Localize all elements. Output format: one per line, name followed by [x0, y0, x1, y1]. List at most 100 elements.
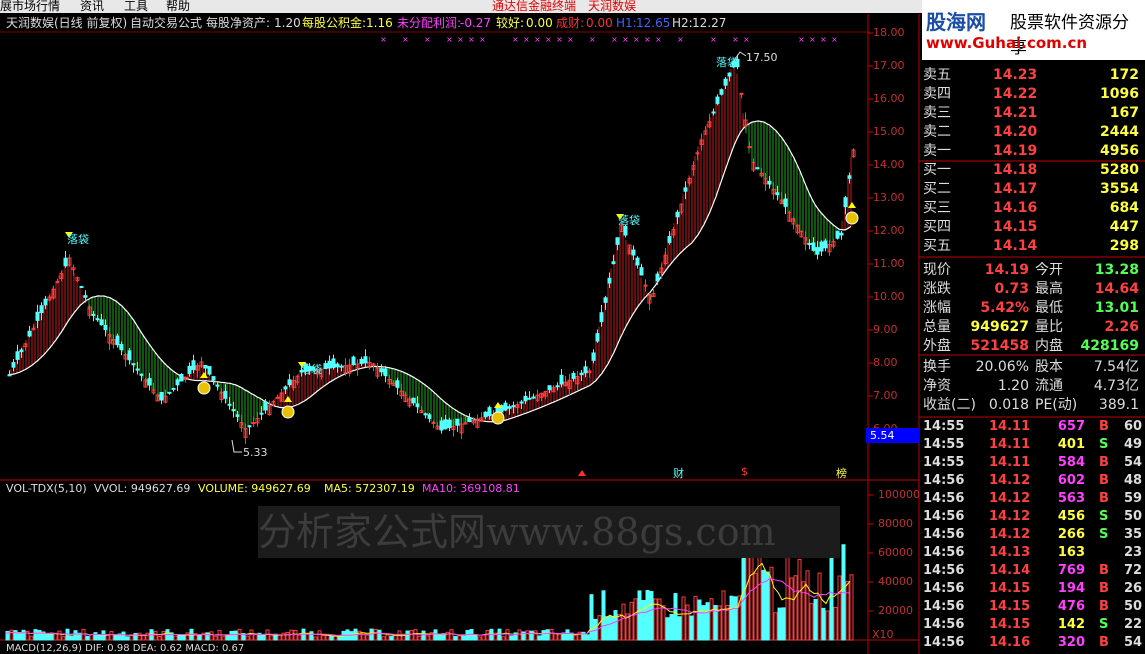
tick-volume: 476: [1057, 599, 1085, 614]
volume-bar: [229, 630, 234, 641]
buy-arrow-icon: [494, 402, 502, 408]
tick-count: 59: [1124, 491, 1143, 506]
orderbook-row[interactable]: 卖五 14.23 172: [921, 66, 1143, 85]
tick-count: 48: [1124, 473, 1143, 488]
orderbook-row[interactable]: 买二 14.17 3554: [921, 180, 1143, 199]
quote-value: 521458: [970, 338, 1029, 354]
fund-row: 收益(二) 0.018 PE(动) 389.1: [921, 396, 1143, 415]
quote-label: 现价: [923, 262, 951, 278]
tick-time: 14:56: [923, 617, 965, 632]
volume-bar: [293, 630, 298, 641]
tick-row[interactable]: 14:56 14.15 476 B 50: [921, 598, 1143, 616]
candle-body: [723, 78, 728, 86]
candle-body: [611, 261, 616, 265]
tick-row[interactable]: 14:56 14.12 563 B 59: [921, 490, 1143, 508]
volume-bar: [565, 629, 570, 641]
tick-volume: 163: [1057, 545, 1085, 560]
signal-marker: ×: [622, 35, 629, 44]
tick-row[interactable]: 14:55 14.11 657 B 60: [921, 418, 1143, 436]
quote-value: 5.42%: [980, 300, 1029, 316]
candle-body: [187, 365, 192, 374]
candle-body: [135, 368, 140, 371]
candle-body: [11, 362, 16, 368]
volume-bar: [617, 613, 622, 641]
tick-price: 14.11: [989, 437, 1031, 452]
candle-body: [439, 420, 444, 431]
price-axis-tick: 17.00: [873, 59, 905, 72]
fund-row: 换手 20.06% 股本 7.54亿: [921, 358, 1143, 377]
volume-bar: [153, 630, 158, 641]
candle-body: [383, 368, 388, 377]
orderbook-row[interactable]: 卖二 14.20 2444: [921, 123, 1143, 142]
price-axis-tick: 13.00: [873, 191, 905, 204]
volume-bar: [173, 635, 178, 641]
signal-marker: ×: [809, 35, 816, 44]
quote-label: 外盘: [923, 338, 951, 354]
tick-price: 14.14: [989, 563, 1031, 578]
volume-bar: [381, 636, 386, 641]
candle-body: [379, 368, 384, 373]
volume-bar: [481, 634, 486, 641]
price-axis-tick: 18.00: [873, 26, 905, 39]
volume-bar: [269, 635, 274, 641]
quote-value-2: 13.28: [1094, 262, 1139, 278]
volume-bar: [665, 617, 670, 641]
tick-time: 14:56: [923, 635, 965, 650]
tick-volume: 456: [1057, 509, 1085, 524]
tick-count: 49: [1124, 437, 1143, 452]
candle-body: [727, 72, 732, 77]
candle-body: [83, 295, 88, 298]
volume-bar: [805, 570, 810, 641]
tick-row[interactable]: 14:56 14.15 142 S 22: [921, 616, 1143, 634]
tick-row[interactable]: 14:56 14.15 194 B 26: [921, 580, 1143, 598]
fund-row: 净资 1.20 流通 4.73亿: [921, 377, 1143, 396]
tick-row[interactable]: 14:56 14.12 602 B 48: [921, 472, 1143, 490]
candle-body: [247, 425, 252, 428]
orderbook-row[interactable]: 买四 14.15 447: [921, 218, 1143, 237]
orderbook-row[interactable]: 卖三 14.21 167: [921, 104, 1143, 123]
candle-body: [675, 211, 680, 218]
orderbook-row[interactable]: 买五 14.14 298: [921, 237, 1143, 256]
orderbook-row[interactable]: 买一 14.18 5280: [921, 161, 1143, 180]
money-bag-icon: [197, 381, 211, 395]
tick-row[interactable]: 14:56 14.12 456 S 50: [921, 508, 1143, 526]
tick-row[interactable]: 14:56 14.16 320 B 54: [921, 634, 1143, 652]
candle-body: [503, 402, 508, 411]
price-axis-tick: 7.00: [873, 389, 898, 402]
orderbook-price: 14.15: [993, 219, 1038, 235]
candle-body: [43, 298, 48, 306]
tick-side: B: [1099, 419, 1109, 434]
signal-marker: ×: [655, 35, 662, 44]
tick-count: 50: [1124, 599, 1143, 614]
quote-value: 949627: [970, 319, 1029, 335]
orderbook-label: 卖三: [923, 105, 951, 121]
orderbook-row[interactable]: 卖一 14.19 4956: [921, 142, 1143, 161]
candle-body: [139, 373, 144, 376]
buy-arrow-icon: [200, 372, 208, 378]
tick-side: B: [1099, 455, 1109, 470]
candle-body: [263, 401, 268, 411]
candle-body: [351, 356, 356, 366]
volume-bar: [693, 595, 698, 641]
volume-bar: [453, 635, 458, 641]
candle-body: [359, 358, 364, 364]
price-axis-tick: 14.00: [873, 158, 905, 171]
volume-bar: [221, 636, 226, 641]
orderbook-row[interactable]: 卖四 14.22 1096: [921, 85, 1143, 104]
money-bag-icon: [491, 411, 505, 425]
signal-marker: ×: [402, 35, 409, 44]
tick-row[interactable]: 14:55 14.11 584 B 54: [921, 454, 1143, 472]
tick-row[interactable]: 14:56 14.13 163 23: [921, 544, 1143, 562]
candle-body: [823, 240, 828, 249]
orderbook-row[interactable]: 买三 14.16 684: [921, 199, 1143, 218]
vol-unit: X10: [872, 628, 894, 641]
candle-body: [131, 363, 136, 366]
candle-body: [99, 319, 104, 326]
tick-row[interactable]: 14:56 14.12 266 S 35: [921, 526, 1143, 544]
candle-body: [655, 273, 660, 282]
volume-bar: [641, 600, 646, 641]
tick-volume: 142: [1057, 617, 1085, 632]
tick-row[interactable]: 14:55 14.11 401 S 49: [921, 436, 1143, 454]
tick-time: 14:55: [923, 455, 965, 470]
tick-row[interactable]: 14:56 14.14 769 B 72: [921, 562, 1143, 580]
